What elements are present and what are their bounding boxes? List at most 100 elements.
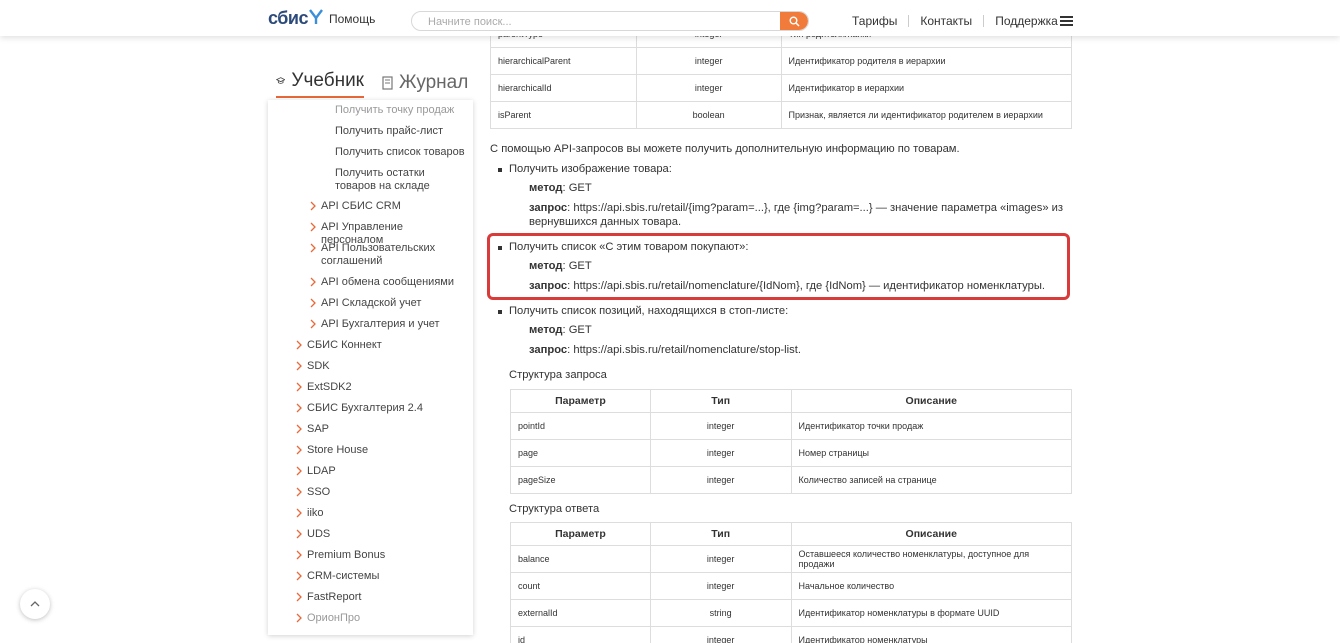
bullet-marker — [498, 246, 502, 250]
chevron-right-icon — [295, 508, 303, 518]
method-label: метод — [529, 324, 563, 336]
column-header: Параметр — [510, 389, 651, 413]
type-cell: integer — [649, 626, 792, 643]
chevron-right-icon — [295, 487, 303, 497]
chevron-right-icon — [295, 445, 303, 455]
request-label: запрос — [529, 202, 568, 214]
chevron-right-icon — [295, 424, 303, 434]
param-cell: hierarchicalId — [490, 74, 637, 102]
type-cell: integer — [649, 466, 792, 494]
chevron-right-icon — [295, 592, 303, 602]
tree-item-section[interactable]: SSO — [307, 486, 330, 499]
request-label: запрос — [529, 344, 568, 356]
request-value: : https://api.sbis.ru/retail/nomenclatur… — [567, 344, 801, 356]
method-line: метод: GET — [529, 259, 592, 273]
tree-item-sales-point[interactable]: Получить точку продаж — [335, 104, 454, 117]
tree-item-price-list[interactable]: Получить прайс-лист — [335, 125, 443, 138]
scroll-to-top-button[interactable] — [20, 589, 50, 619]
tree-item-section[interactable]: Premium Bonus — [307, 549, 385, 562]
bullet-title: Получить список «С этим товаром покупают… — [509, 241, 749, 253]
request-line-continued: вернувшихся данных товара. — [529, 216, 682, 228]
table-row: page integer Номер страницы — [510, 439, 1073, 467]
menu-icon[interactable] — [1060, 16, 1073, 26]
description-cell: Идентификатор точки продаж — [790, 412, 1073, 440]
description-cell: Количество записей на странице — [790, 466, 1073, 494]
bullet-marker — [498, 310, 502, 314]
param-cell: pointId — [510, 412, 651, 440]
request-label: запрос — [529, 280, 568, 292]
param-cell: id — [510, 626, 651, 643]
type-cell: integer — [649, 412, 792, 440]
tree-item-section[interactable]: UDS — [307, 528, 330, 541]
tree-item-api[interactable]: API Бухгалтерия и учет — [321, 318, 461, 331]
description-cell: Идентификатор родителя в иерархии — [780, 47, 1073, 75]
nav-tariffs[interactable]: Тарифы — [852, 14, 897, 28]
tree-item-stock-balance[interactable]: Получить остатки товаров на складе — [335, 167, 463, 193]
method-label: метод — [529, 182, 563, 194]
description-cell: Признак, является ли идентификатор родит… — [780, 101, 1073, 129]
tree-item-section[interactable]: SDK — [307, 360, 330, 373]
sidebar-tree: Получить точку продаж Получить прайс-лис… — [268, 100, 473, 635]
type-cell: integer — [635, 47, 782, 75]
nav-divider — [983, 15, 985, 27]
tree-item-section[interactable]: LDAP — [307, 465, 336, 478]
table-row: count integer Начальное количество — [510, 572, 1073, 600]
tree-item-section[interactable]: iiko — [307, 507, 324, 520]
tree-item-api[interactable]: API СБИС CRM — [321, 200, 461, 213]
chevron-right-icon — [295, 340, 303, 350]
table-row: pointId integer Идентификатор точки продаж — [510, 412, 1073, 440]
nav-contacts[interactable]: Контакты — [920, 14, 972, 28]
search-button[interactable] — [780, 12, 808, 30]
method-value: : GET — [562, 324, 592, 336]
bullet-title: Получить изображение товара: — [509, 163, 672, 175]
column-header: Описание — [790, 389, 1073, 413]
table-row: id integer Идентификатор номенклатуры — [510, 626, 1073, 643]
search-input[interactable] — [412, 13, 772, 30]
request-value: : https://api.sbis.ru/retail/nomenclatur… — [567, 280, 1045, 292]
column-header: Тип — [649, 522, 792, 546]
method-value: : GET — [562, 182, 592, 194]
type-cell: integer — [635, 74, 782, 102]
param-cell: externalId — [510, 599, 651, 627]
chevron-right-icon — [309, 298, 317, 308]
book-icon — [382, 76, 393, 90]
tree-item-section[interactable]: Store House — [307, 444, 368, 457]
request-line: запрос: https://api.sbis.ru/retail/nomen… — [529, 343, 801, 357]
search-bar — [411, 11, 809, 31]
method-line: метод: GET — [529, 323, 592, 337]
tree-item-api[interactable]: API Пользовательских соглашений — [321, 242, 461, 268]
column-header: Тип — [649, 389, 792, 413]
tab-zhurnal[interactable]: Журнал — [382, 68, 468, 98]
tree-item-goods-list[interactable]: Получить список товаров — [335, 146, 465, 159]
tree-item-section[interactable]: FastReport — [307, 591, 361, 604]
logo[interactable]: сбис Помощь — [268, 8, 375, 29]
tree-item-section[interactable]: CRM-системы — [307, 570, 379, 583]
sidebar-tabs: Учебник Журнал — [276, 68, 468, 98]
top-header: сбис Помощь Тарифы Контакты Поддержка — [0, 0, 1340, 36]
chevron-right-icon — [309, 277, 317, 287]
param-cell: count — [510, 572, 651, 600]
tree-item-section[interactable]: ОрионПро — [307, 612, 360, 625]
table-row: externalId string Идентификатор номенклату… — [510, 599, 1073, 627]
request-structure-title: Структура запроса — [509, 369, 607, 381]
tree-item-section[interactable]: СБИС Коннект — [307, 339, 382, 352]
tab-uchebnik[interactable]: Учебник — [276, 68, 364, 98]
nav-support[interactable]: Поддержка — [995, 14, 1058, 28]
tree-item-section[interactable]: ExtSDK2 — [307, 381, 352, 394]
chevron-right-icon — [295, 403, 303, 413]
search-icon — [789, 16, 800, 27]
column-header: Параметр — [510, 522, 651, 546]
tree-item-section[interactable]: SAP — [307, 423, 329, 436]
method-line: метод: GET — [529, 181, 592, 195]
column-header: Описание — [790, 522, 1073, 546]
description-cell: Идентификатор номенклатуры — [790, 626, 1073, 643]
type-cell: integer — [649, 572, 792, 600]
chevron-right-icon — [295, 571, 303, 581]
table-row: hierarchicalId integer Идентификатор в иер… — [490, 74, 1073, 102]
tree-item-api[interactable]: API Складской учет — [321, 297, 461, 310]
chevron-right-icon — [309, 222, 317, 232]
table-row: pageSize integer Количество записей на стр… — [510, 466, 1073, 494]
tree-item-section[interactable]: СБИС Бухгалтерия 2.4 — [307, 402, 423, 415]
param-cell: hierarchicalParent — [490, 47, 637, 75]
tree-item-api[interactable]: API обмена сообщениями — [321, 276, 461, 289]
